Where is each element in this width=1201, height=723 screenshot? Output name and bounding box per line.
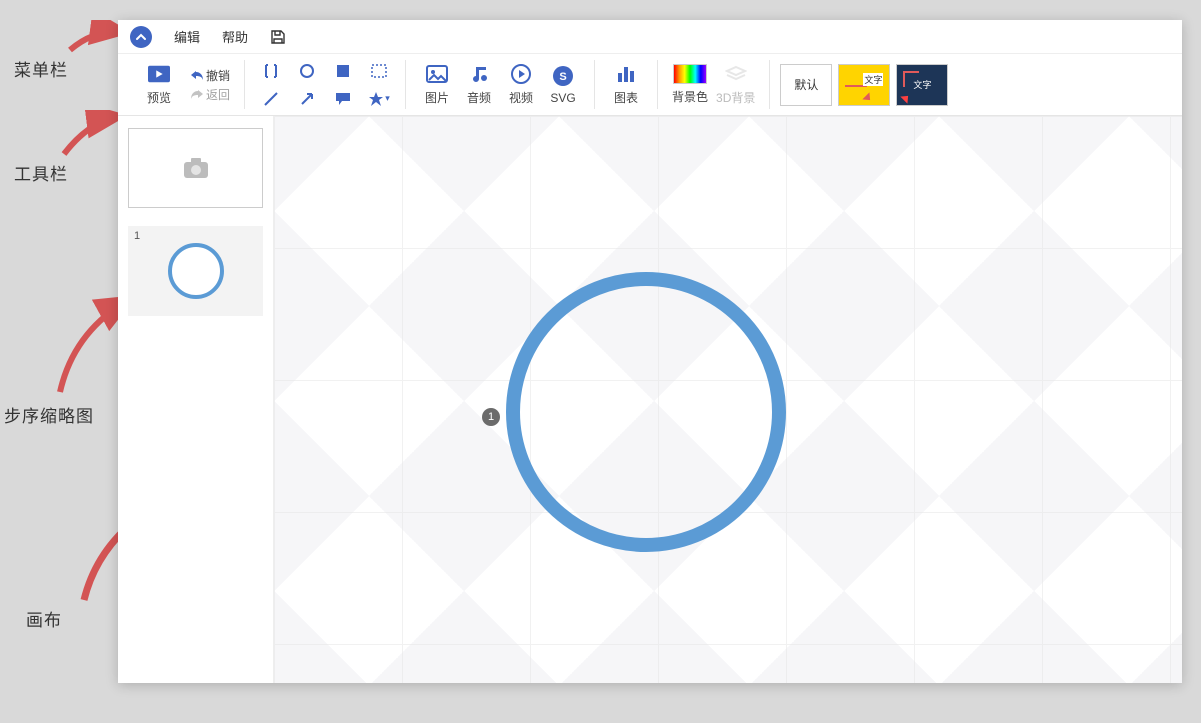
shape-square-button[interactable] <box>329 60 357 82</box>
annotation-canvas: 画布 <box>26 606 62 631</box>
svg-button[interactable]: S SVG <box>542 65 584 105</box>
overview-thumbnail[interactable] <box>128 128 263 208</box>
chart-button[interactable]: 图表 <box>605 63 647 106</box>
template-dark-label: 文字 <box>913 78 931 91</box>
image-button[interactable]: 图片 <box>416 63 458 106</box>
thumbnail-circle-icon <box>168 243 224 299</box>
bg3d-button: 3D背景 <box>712 63 759 106</box>
undo-button[interactable]: 撤销 <box>186 67 234 84</box>
step-number: 1 <box>134 230 140 242</box>
video-label: 视频 <box>509 89 533 106</box>
app-logo-icon[interactable] <box>130 26 152 48</box>
music-note-icon <box>468 63 490 85</box>
template-yellow[interactable]: 文字 <box>838 64 890 106</box>
redo-icon <box>190 88 204 100</box>
layers-icon <box>725 63 747 85</box>
bar-chart-icon <box>615 63 637 85</box>
menubar: 编辑 帮助 <box>118 20 1182 54</box>
svg-icon: S <box>552 65 574 87</box>
camera-icon <box>182 156 210 180</box>
template-default-label: 默认 <box>794 76 818 93</box>
canvas-circle-shape[interactable] <box>506 272 786 552</box>
toolbar-group-nav: 预览 撤销 返回 <box>128 60 244 109</box>
save-icon <box>270 29 286 45</box>
thumbnail-rail: 1 <box>118 116 274 683</box>
shape-arrow-button[interactable] <box>293 88 321 110</box>
rainbow-icon <box>673 64 707 84</box>
toolbar-group-shapes: ▾ <box>244 60 405 109</box>
svg-text:S: S <box>559 71 566 83</box>
toolbar: 预览 撤销 返回 ▾ <box>118 54 1182 116</box>
annotation-menubar: 菜单栏 <box>14 56 68 81</box>
audio-label: 音频 <box>467 89 491 106</box>
save-button[interactable] <box>270 29 286 45</box>
preview-label: 预览 <box>147 89 171 106</box>
shape-marquee-button[interactable] <box>365 60 393 82</box>
redo-label: 返回 <box>206 86 230 103</box>
shape-speech-button[interactable] <box>329 88 357 110</box>
undo-icon <box>190 69 204 81</box>
annotation-toolbar: 工具栏 <box>14 160 68 185</box>
svg-label: SVG <box>550 91 575 105</box>
toolbar-group-media: 图片 音频 视频 S SVG <box>405 60 594 109</box>
redo-button[interactable]: 返回 <box>186 86 234 103</box>
image-label: 图片 <box>425 89 449 106</box>
toolbar-group-chart: 图表 <box>594 60 657 109</box>
video-icon <box>510 63 532 85</box>
shape-star-button[interactable]: ▾ <box>365 88 393 110</box>
template-dark[interactable]: 文字 <box>896 64 948 106</box>
app-window: 编辑 帮助 预览 撤销 返回 <box>118 20 1182 683</box>
annotation-thumbnails: 步序缩略图 <box>4 402 94 427</box>
audio-button[interactable]: 音频 <box>458 63 500 106</box>
shape-circle-button[interactable] <box>293 60 321 82</box>
undo-label: 撤销 <box>206 67 230 84</box>
bgcolor-label: 背景色 <box>672 88 708 105</box>
preview-button[interactable]: 预览 <box>138 63 180 106</box>
bgcolor-button[interactable]: 背景色 <box>668 64 712 105</box>
bg3d-label: 3D背景 <box>716 89 755 106</box>
image-icon <box>426 63 448 85</box>
step-marker[interactable]: 1 <box>482 408 500 426</box>
template-default[interactable]: 默认 <box>780 64 832 106</box>
template-yellow-label: 文字 <box>863 73 883 86</box>
menu-edit[interactable]: 编辑 <box>174 27 200 46</box>
video-button[interactable]: 视频 <box>500 63 542 106</box>
shape-bracket-button[interactable] <box>257 60 285 82</box>
chart-label: 图表 <box>614 89 638 106</box>
step-thumbnail-1[interactable]: 1 <box>128 226 263 316</box>
shape-line-button[interactable] <box>257 88 285 110</box>
toolbar-group-templates: 默认 文字 文字 <box>769 60 958 109</box>
play-icon <box>148 63 170 85</box>
canvas[interactable]: 1 <box>274 116 1182 683</box>
menu-help[interactable]: 帮助 <box>222 27 248 46</box>
toolbar-group-bg: 背景色 3D背景 <box>657 60 769 109</box>
